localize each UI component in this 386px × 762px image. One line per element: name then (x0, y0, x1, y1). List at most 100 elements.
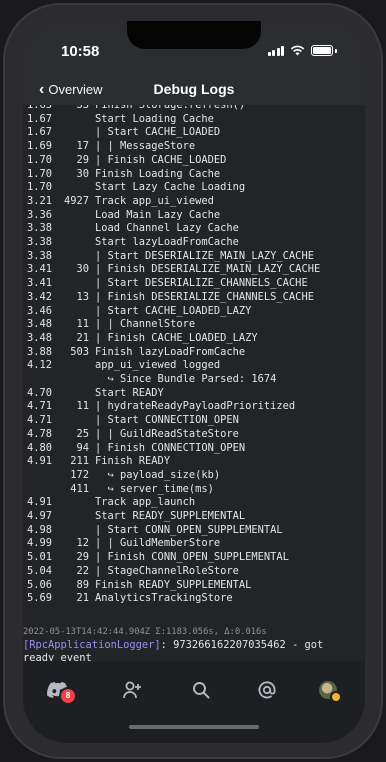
log-time: 4.97 (27, 510, 53, 522)
log-duration: 21 (76, 592, 89, 605)
log-duration: 17 (76, 140, 89, 153)
phone-frame: 10:58 ‹ Overview Debug Logs 5.69 21 Anal… (3, 3, 383, 759)
log-message: ↪ server_time(ms) (95, 482, 214, 495)
log-duration: 29 (76, 551, 89, 564)
tab-home[interactable]: 8 (41, 675, 75, 705)
log-time: 5.69 (27, 592, 53, 605)
log-message: Finish lazyLoadFromCache (95, 345, 246, 358)
log-time: 4.98 (27, 523, 53, 536)
debug-log-view[interactable]: 5.69 21 AnalyticsTrackingStore 5.06 89 Finish… (23, 105, 365, 661)
log-time: 4.78 (27, 427, 53, 440)
status-icons (267, 45, 337, 56)
page-title: Debug Logs (153, 81, 235, 97)
log-message: | Start CACHE_LOADED_LAZY (95, 304, 252, 317)
log-message: | | GuildMemberStore (95, 537, 221, 550)
log-message: | | ChannelStore (95, 318, 196, 331)
log-message: | Start CONNECTION_OPEN (95, 414, 239, 427)
log-duration: 4927 (63, 194, 89, 207)
log-time: 3.48 (27, 331, 53, 344)
status-time: 10:58 (61, 43, 100, 60)
cellular-signal-icon (267, 45, 284, 56)
log-time: 4.99 (27, 537, 53, 550)
log-message: Finish READY (95, 455, 171, 468)
log-message: | Finish CACHE_LOADED (95, 153, 227, 166)
log-message: Finish Storage.refresh() (95, 105, 246, 111)
log-message: Start READY (95, 386, 164, 399)
log-message: | Finish CACHE_LOADED_LAZY (95, 331, 258, 344)
tab-mentions[interactable] (250, 675, 284, 705)
log-duration: 21 (76, 331, 89, 344)
tab-friends[interactable] (116, 675, 150, 705)
log-time: 3.38 (27, 236, 53, 248)
battery-nub (335, 48, 337, 53)
log-duration: 30 (76, 167, 89, 180)
log-time: 3.88 (27, 345, 53, 358)
log-message: | Finish CONNECTION_OPEN (95, 441, 246, 454)
log-rpc-message-cont: ready event (23, 652, 92, 661)
log-time: 1.67 (27, 112, 53, 125)
log-duration: 211 (70, 455, 89, 468)
log-time: 3.41 (27, 263, 53, 276)
log-time: 1.69 (27, 140, 53, 153)
log-duration: 30 (76, 263, 89, 276)
battery-icon (311, 45, 333, 56)
log-time: 1.70 (27, 181, 53, 194)
log-time: 3.21 (27, 194, 53, 207)
avatar (319, 681, 340, 701)
log-time: 3.42 (27, 290, 53, 303)
log-message: Start Loading Cache (95, 112, 214, 125)
log-message: | Start CACHE_LOADED (95, 126, 221, 139)
log-duration: 12 (76, 537, 89, 550)
log-rpc-line: [RpcApplicationLogger]: 9732661622070354… (23, 639, 323, 661)
log-rpc-tag: [RpcApplicationLogger] (23, 639, 161, 651)
log-duration: 411 (70, 482, 89, 495)
log-time: 1.63 (27, 105, 53, 111)
log-message: ↪ payload_size(kb) (95, 468, 221, 481)
notch (127, 21, 261, 49)
log-message: Load Main Lazy Cache (95, 208, 221, 221)
friends-icon (123, 681, 141, 699)
log-message: | Finish DESERIALIZE_CHANNELS_CACHE (95, 290, 314, 303)
notification-badge: 8 (61, 689, 75, 703)
log-time: 4.70 (27, 386, 53, 399)
log-duration: 29 (76, 153, 89, 166)
log-message: app_ui_viewed logged (95, 359, 221, 372)
log-message: | | GuildReadStateStore (95, 427, 239, 440)
log-message: Finish READY_SUPPLEMENTAL (95, 578, 252, 591)
nav-header: ‹ Overview Debug Logs (23, 77, 365, 105)
log-duration: 503 (70, 345, 89, 358)
log-message: | Start DESERIALIZE_CHANNELS_CACHE (95, 277, 308, 290)
mentions-icon (258, 681, 276, 699)
log-duration: 172 (70, 468, 89, 481)
log-time: 4.80 (27, 441, 53, 454)
log-time: 3.38 (27, 222, 53, 235)
log-duration: 33 (76, 105, 89, 111)
tab-profile[interactable] (311, 675, 345, 705)
log-time: 4.12 (27, 359, 53, 372)
log-duration: 89 (76, 578, 89, 591)
screen: 10:58 ‹ Overview Debug Logs 5.69 21 Anal… (23, 21, 365, 743)
log-message: Finish Loading Cache (95, 167, 221, 180)
log-time: 5.06 (27, 578, 53, 591)
log-duration: 11 (76, 318, 89, 331)
log-message: | Start CONN_OPEN_SUPPLEMENTAL (95, 523, 283, 536)
log-time: 4.71 (27, 414, 53, 427)
status-indicator (332, 693, 340, 701)
log-message: | Start DESERIALIZE_MAIN_LAZY_CACHE (95, 249, 314, 262)
log-time: 1.70 (27, 153, 53, 166)
log-time: 5.01 (27, 551, 53, 564)
log-rpc-message: : 973266162207035462 - got (160, 639, 324, 651)
log-message: Track app_launch (95, 496, 196, 509)
log-time: 3.38 (27, 249, 53, 262)
home-indicator (129, 725, 259, 729)
tab-search[interactable] (184, 675, 218, 705)
log-message: ↪ Since Bundle Parsed: 1674 (95, 373, 277, 385)
log-message: | hydrateReadyPayloadPrioritized (95, 400, 296, 413)
log-time: 4.91 (27, 455, 53, 468)
log-timestamp-meta: 2022-05-13T14:42:44.904Z Σ:1183.056s, Δ:… (23, 627, 267, 637)
log-message: Track app_ui_viewed (95, 194, 214, 207)
log-duration: 94 (76, 441, 89, 454)
log-duration: 13 (76, 290, 89, 303)
log-time: 3.41 (27, 277, 53, 290)
log-time: 5.04 (27, 564, 53, 577)
